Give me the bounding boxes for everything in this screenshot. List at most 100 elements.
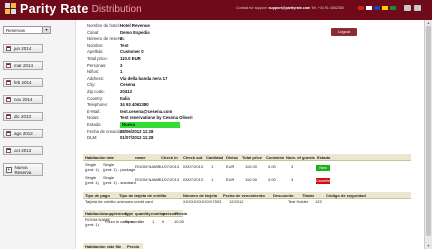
detail-row: Número de reserva: 6 bbox=[87, 36, 367, 42]
detail-label: Address: bbox=[87, 75, 104, 81]
column-header: Número de tarjeta bbox=[183, 193, 218, 198]
detail-value: Cesena bbox=[120, 82, 136, 88]
status-badge: Cancelled bbox=[316, 178, 332, 184]
settings-icon[interactable] bbox=[404, 5, 411, 11]
scroll-up-icon[interactable]: ▲ bbox=[426, 21, 431, 25]
detail-value: Test bbox=[120, 42, 129, 48]
flag-icon[interactable] bbox=[382, 6, 388, 10]
table-cell: (pmt: 1) bbox=[85, 167, 99, 172]
sidebar-item-month[interactable]: jun 2014 bbox=[3, 44, 43, 53]
detail-value: 34 93 4062380 bbox=[120, 102, 149, 108]
detail-label: Zip code: bbox=[87, 89, 105, 94]
header-icons bbox=[404, 5, 421, 11]
detail-row: Nombre: Test bbox=[87, 43, 367, 49]
detail-row: Total price: 110.0 EUR bbox=[87, 56, 367, 62]
detail-row: Country: Italia bbox=[87, 96, 367, 102]
column-header: Cantidad bbox=[206, 155, 224, 160]
detail-row: Personas: 3 bbox=[87, 63, 367, 69]
reservation-detail: Nombre de hotel: Hotel Revenue Canal: Demo … bbox=[77, 20, 417, 249]
top-header: Parity Rate Distribution Contact for sup… bbox=[0, 0, 432, 20]
table-cell: 03/07/2013 bbox=[183, 177, 204, 182]
table-cell: 110.00 bbox=[245, 164, 257, 169]
payment-table-header: Tipo de pago Tipo de tarjeta de crédito … bbox=[83, 192, 411, 199]
detail-row: Telephone: 34 93 4062380 bbox=[87, 102, 367, 108]
calendar-icon bbox=[6, 114, 11, 119]
table-cell: (pmt: 1) - package bbox=[103, 167, 136, 172]
detail-row: Apellido: Customer 0 bbox=[87, 49, 367, 55]
detail-value: Hotel Revenue bbox=[120, 23, 150, 28]
section-select[interactable]: Reservas ▼ bbox=[3, 26, 51, 34]
rooms-table-header: Habitación rate name Check in Check out … bbox=[83, 154, 411, 161]
table-cell: ROOM NAME bbox=[135, 164, 161, 169]
table-row: ROOM NAME (pmt: 1) Pizza in camera By nu… bbox=[83, 217, 411, 229]
scroll-down-icon[interactable]: ▼ bbox=[426, 244, 431, 248]
detail-value: Demo Expedia bbox=[120, 29, 150, 35]
detail-label: Apellido: bbox=[87, 49, 104, 55]
support-email[interactable]: support@parityrate.com bbox=[269, 6, 311, 10]
support-label: Contact for support: bbox=[236, 6, 268, 10]
table-cell: Tarjeta de crédito bbox=[85, 199, 116, 204]
column-header: Titular bbox=[302, 193, 315, 198]
flag-icon[interactable] bbox=[366, 6, 372, 10]
table-cell: 1 bbox=[211, 164, 214, 169]
table-cell: 10.00 bbox=[174, 219, 185, 224]
table-cell: 0 bbox=[162, 219, 165, 224]
table-cell: EUR bbox=[226, 164, 235, 169]
table-cell: EUR bbox=[226, 177, 235, 182]
column-header: Código de seguridad bbox=[326, 193, 366, 198]
calendar-icon bbox=[6, 46, 11, 51]
help-icon[interactable] bbox=[414, 5, 421, 11]
column-header: Tipo de tarjeta de crédito bbox=[119, 193, 167, 198]
sidebar-item-label: jun 2014 bbox=[14, 46, 32, 51]
detail-label: DLM: bbox=[87, 135, 98, 141]
table-cell: Test Holder bbox=[288, 199, 309, 204]
calendar-icon bbox=[6, 97, 11, 102]
rates-table-header: Habitación rate file Precio bbox=[83, 243, 143, 249]
detail-row: E-Mail: test.cesena@cesena.com bbox=[87, 109, 367, 115]
table-cell: 0.00 bbox=[268, 177, 276, 182]
flag-icon[interactable] bbox=[374, 6, 380, 10]
scrollbar-thumb[interactable] bbox=[426, 26, 431, 236]
column-header: Comisión bbox=[266, 155, 285, 160]
sidebar-item-label: feb 2014 bbox=[14, 80, 32, 85]
detail-value: 3 bbox=[120, 62, 123, 68]
language-flags bbox=[358, 6, 396, 10]
sidebar-item-label: mar 2014 bbox=[14, 63, 34, 68]
sidebar-item-label: ago 2012 bbox=[14, 131, 33, 136]
detail-row: City: Cesena bbox=[87, 82, 367, 88]
table-cell: 3 bbox=[291, 177, 294, 182]
sidebar-item-month[interactable]: ago 2012 bbox=[3, 129, 43, 138]
chevron-down-icon[interactable]: ▼ bbox=[42, 27, 50, 33]
detail-label: Canal: bbox=[87, 29, 100, 35]
calendar-icon bbox=[6, 148, 11, 153]
sidebar-item-month[interactable]: mar 2014 bbox=[3, 61, 43, 70]
column-header: Num. of guests bbox=[286, 155, 315, 160]
sidebar-item-month[interactable]: dic 2013 bbox=[3, 112, 43, 121]
column-header: Habitación bbox=[85, 244, 106, 249]
detail-label: Notas: bbox=[87, 115, 100, 121]
detail-row: Canal: Demo Expedia bbox=[87, 30, 367, 36]
column-header: quantity bbox=[135, 211, 151, 216]
flag-icon[interactable] bbox=[358, 6, 364, 10]
detail-row: Nombre de hotel: Hotel Revenue bbox=[87, 23, 367, 29]
app-logo[interactable]: Parity Rate Distribution bbox=[5, 2, 142, 16]
detail-label: Nombre: bbox=[87, 42, 104, 48]
detail-label: Nombre de hotel: bbox=[87, 23, 120, 28]
sidebar-item-label: dic 2013 bbox=[14, 114, 32, 119]
calendar-icon bbox=[6, 80, 11, 85]
table-cell: 0.00 bbox=[268, 164, 276, 169]
detail-label: Country: bbox=[87, 95, 104, 101]
detail-label: Telephone: bbox=[87, 102, 109, 108]
table-cell: ROOM NAME bbox=[135, 177, 161, 182]
sidebar-item-month[interactable]: nov 2014 bbox=[3, 95, 43, 104]
table-row: Single (pmt: 1) Single (pmt: 1) - packag… bbox=[83, 162, 411, 174]
detail-label: Estado: bbox=[87, 122, 102, 127]
detail-row: Estado: Nueva bbox=[87, 122, 367, 128]
table-cell: 123 bbox=[315, 199, 322, 204]
flag-icon[interactable] bbox=[390, 6, 396, 10]
sidebar-item-month[interactable]: oct 2013 bbox=[3, 146, 43, 155]
new-reservation-button[interactable]: + Nueva Reserva bbox=[3, 163, 43, 176]
sidebar-item-month[interactable]: feb 2014 bbox=[3, 78, 43, 87]
calendar-icon bbox=[6, 63, 11, 68]
vertical-scrollbar[interactable]: ▲ ▼ bbox=[424, 20, 432, 249]
